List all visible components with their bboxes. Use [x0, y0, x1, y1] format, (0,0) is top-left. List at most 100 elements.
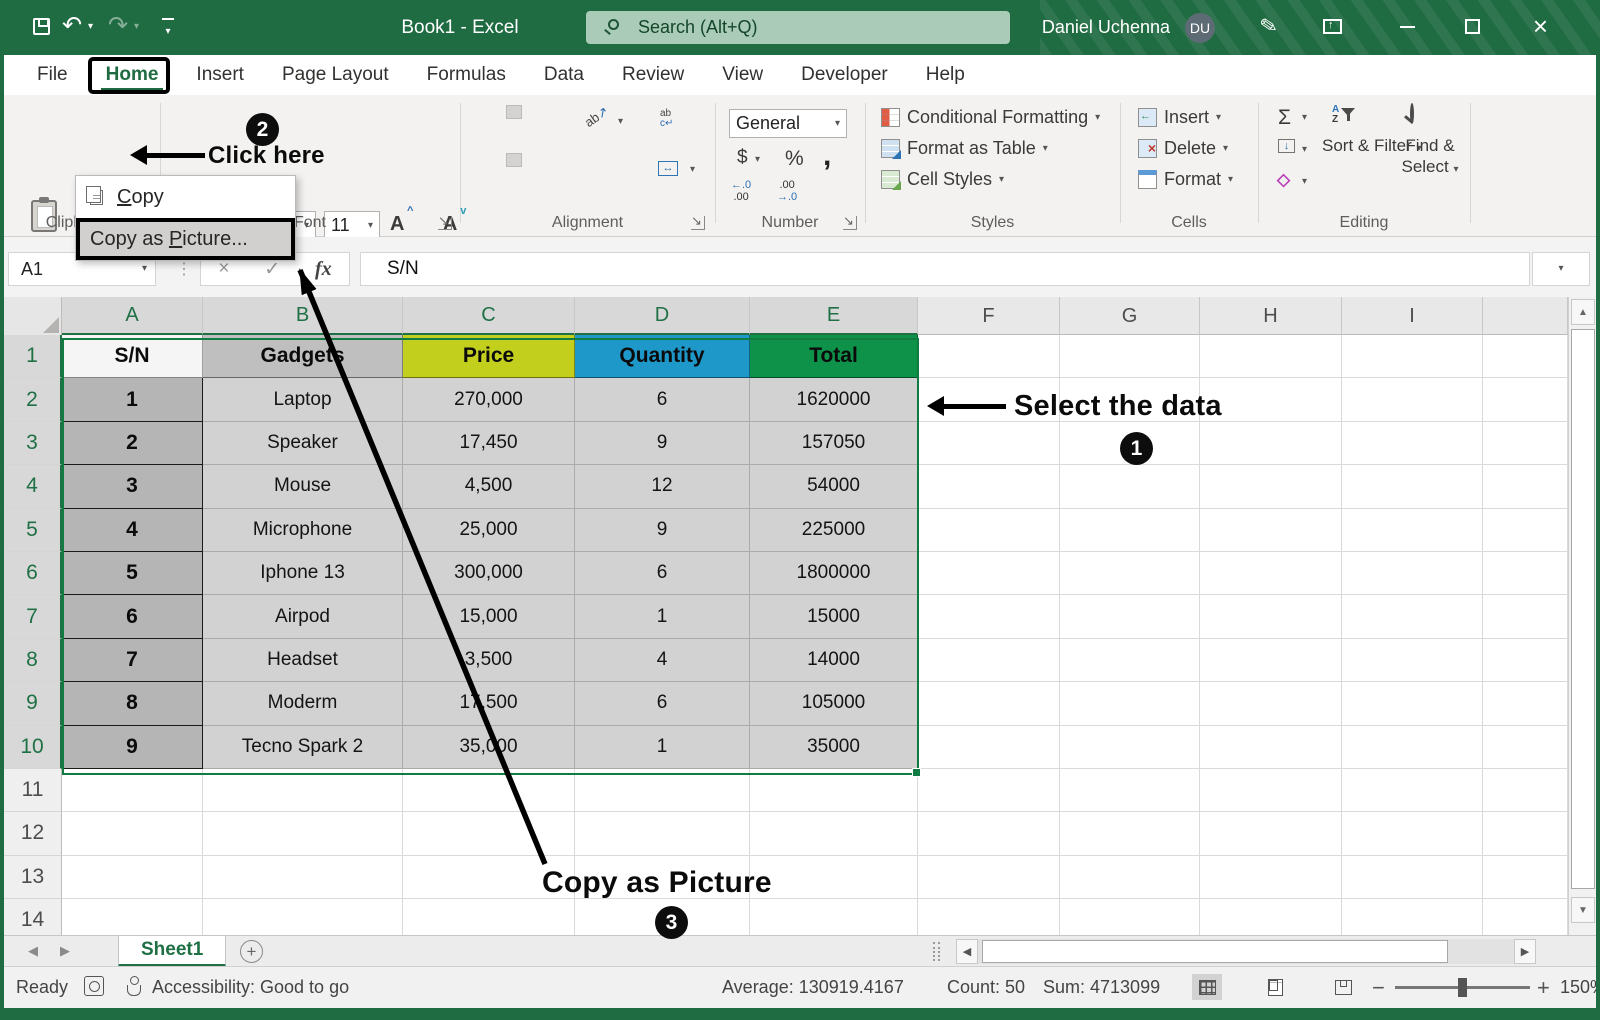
- zoom-in-icon[interactable]: +: [1537, 975, 1550, 1001]
- cell-F5[interactable]: [918, 509, 1060, 552]
- cell-x7[interactable]: [1483, 595, 1568, 638]
- cell-B7[interactable]: Airpod: [203, 595, 403, 638]
- cell-C2[interactable]: 270,000: [403, 378, 575, 421]
- formula-input[interactable]: S/N: [360, 252, 1530, 286]
- column-header-A[interactable]: A: [62, 297, 203, 335]
- column-header-H[interactable]: H: [1200, 297, 1342, 335]
- prev-sheet-icon[interactable]: ◀: [28, 943, 38, 959]
- cell-G13[interactable]: [1060, 856, 1200, 899]
- cell-x10[interactable]: [1483, 726, 1568, 769]
- normal-view-icon[interactable]: [1192, 974, 1222, 1000]
- chevron-down-icon[interactable]: ▾: [618, 117, 623, 127]
- redo-icon[interactable]: ↷: [108, 14, 128, 38]
- cell-C10[interactable]: 35,000: [403, 726, 575, 769]
- cell-H5[interactable]: [1200, 509, 1342, 552]
- cell-x4[interactable]: [1483, 465, 1568, 508]
- undo-icon[interactable]: ↶: [62, 14, 82, 38]
- align-left-icon[interactable]: [472, 153, 488, 167]
- cell-C4[interactable]: 4,500: [403, 465, 575, 508]
- delete-cells-button[interactable]: Delete▾: [1138, 138, 1233, 159]
- row-header-8[interactable]: 8: [4, 639, 62, 682]
- row-header-1[interactable]: 1: [4, 335, 62, 378]
- cell-F14[interactable]: [918, 899, 1060, 935]
- cell-F6[interactable]: [918, 552, 1060, 595]
- increase-decimal-icon[interactable]: ←.0.00: [731, 179, 751, 203]
- cell-A11[interactable]: [62, 769, 203, 812]
- row-header-7[interactable]: 7: [4, 595, 62, 638]
- undo-chevron-icon[interactable]: ▾: [88, 22, 93, 32]
- align-middle-icon[interactable]: [506, 105, 522, 119]
- cell-B11[interactable]: [203, 769, 403, 812]
- scroll-left-icon[interactable]: ◀: [956, 939, 978, 964]
- cell-A5[interactable]: 4: [62, 509, 203, 552]
- select-all-corner[interactable]: [4, 297, 62, 335]
- cell-E14[interactable]: [750, 899, 918, 935]
- zoom-level[interactable]: 150%: [1560, 977, 1600, 998]
- chevron-down-icon[interactable]: ▾: [1302, 145, 1307, 155]
- orientation-icon[interactable]: ab↗: [582, 103, 612, 131]
- insert-function-icon[interactable]: fx: [315, 258, 332, 281]
- add-sheet-icon[interactable]: +: [240, 940, 263, 963]
- formula-bar-expand[interactable]: ▾: [1532, 252, 1590, 286]
- percent-icon[interactable]: %: [785, 147, 804, 171]
- align-center-icon[interactable]: [506, 153, 522, 167]
- cell-E11[interactable]: [750, 769, 918, 812]
- cell-D9[interactable]: 6: [575, 682, 750, 725]
- cell-B8[interactable]: Headset: [203, 639, 403, 682]
- tab-data[interactable]: Data: [525, 55, 603, 95]
- cell-B4[interactable]: Mouse: [203, 465, 403, 508]
- cell-A14[interactable]: [62, 899, 203, 935]
- cell-F4[interactable]: [918, 465, 1060, 508]
- table-header-gadgets[interactable]: Gadgets: [203, 335, 403, 378]
- cell-E12[interactable]: [750, 812, 918, 855]
- column-header-G[interactable]: G: [1060, 297, 1200, 335]
- column-header-blank[interactable]: [1483, 297, 1568, 335]
- cell-H9[interactable]: [1200, 682, 1342, 725]
- cell-F11[interactable]: [918, 769, 1060, 812]
- cell-B12[interactable]: [203, 812, 403, 855]
- cell-A2[interactable]: 1: [62, 378, 203, 421]
- decrease-indent-icon[interactable]: [578, 153, 594, 167]
- cell-B3[interactable]: Speaker: [203, 422, 403, 465]
- table-header-price[interactable]: Price: [403, 335, 575, 378]
- align-top-icon[interactable]: [472, 105, 488, 119]
- zoom-slider-thumb[interactable]: [1458, 978, 1467, 997]
- cell-I6[interactable]: [1342, 552, 1483, 595]
- chevron-down-icon[interactable]: ▾: [1302, 113, 1307, 123]
- cell-F7[interactable]: [918, 595, 1060, 638]
- tab-review[interactable]: Review: [603, 55, 703, 95]
- tab-file[interactable]: File: [18, 55, 87, 95]
- sheet-tab-sheet1[interactable]: Sheet1: [118, 936, 226, 967]
- scrollbar-resize-handle[interactable]: [933, 942, 935, 961]
- cell-E10[interactable]: 35000: [750, 726, 918, 769]
- cell-D11[interactable]: [575, 769, 750, 812]
- table-header-total[interactable]: Total: [750, 335, 918, 378]
- cell-F3[interactable]: [918, 422, 1060, 465]
- row-header-10[interactable]: 10: [4, 726, 62, 769]
- cell-H13[interactable]: [1200, 856, 1342, 899]
- decrease-decimal-icon[interactable]: .00→.0: [777, 179, 797, 203]
- row-header-6[interactable]: 6: [4, 552, 62, 595]
- cell-B10[interactable]: Tecno Spark 2: [203, 726, 403, 769]
- font-dialog-launcher-icon[interactable]: ↘: [438, 216, 452, 230]
- tab-view[interactable]: View: [703, 55, 782, 95]
- zoom-out-icon[interactable]: −: [1372, 975, 1385, 1001]
- search-input[interactable]: Search (Alt+Q): [586, 11, 1010, 44]
- cell-x12[interactable]: [1483, 812, 1568, 855]
- alignment-dialog-launcher-icon[interactable]: ↘: [691, 216, 705, 230]
- cell-I8[interactable]: [1342, 639, 1483, 682]
- ribbon-display-options-icon[interactable]: [1323, 19, 1342, 34]
- cell-I14[interactable]: [1342, 899, 1483, 935]
- cell-A6[interactable]: 5: [62, 552, 203, 595]
- row-header-3[interactable]: 3: [4, 422, 62, 465]
- autosum-icon[interactable]: Σ: [1278, 107, 1291, 128]
- cell-H8[interactable]: [1200, 639, 1342, 682]
- cell-I13[interactable]: [1342, 856, 1483, 899]
- column-header-I[interactable]: I: [1342, 297, 1483, 335]
- clear-icon[interactable]: ◇: [1277, 171, 1290, 188]
- increase-indent-icon[interactable]: [612, 153, 628, 167]
- cell-x9[interactable]: [1483, 682, 1568, 725]
- comma-icon[interactable]: ,: [823, 139, 831, 173]
- row-header-5[interactable]: 5: [4, 509, 62, 552]
- cell-C9[interactable]: 17,500: [403, 682, 575, 725]
